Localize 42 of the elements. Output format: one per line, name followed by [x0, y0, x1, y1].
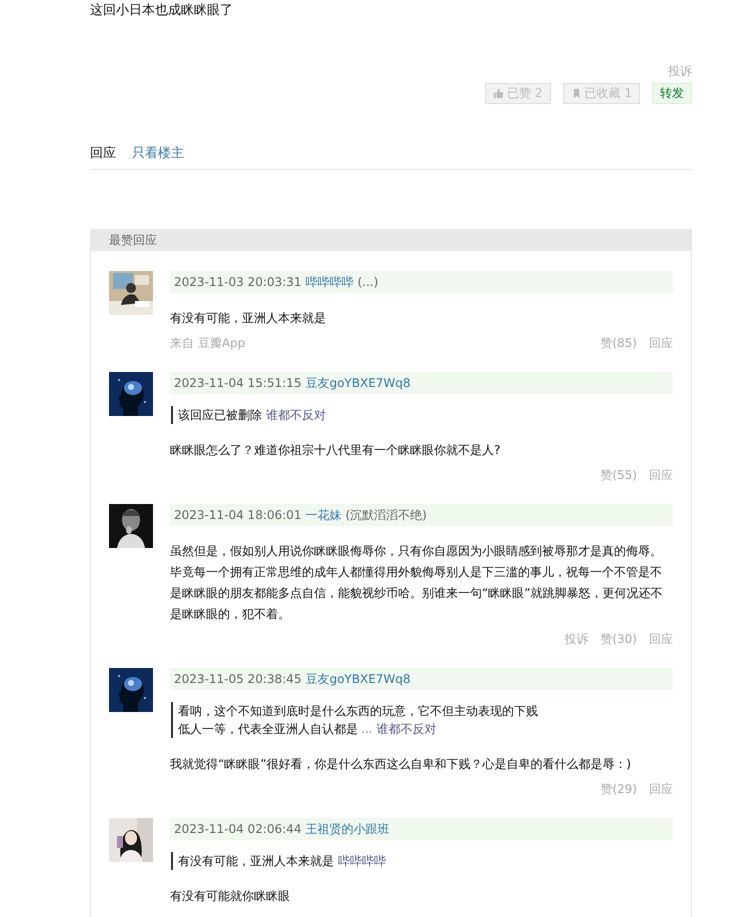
quoted-author-link[interactable]: 谁都不反对	[266, 408, 326, 422]
reply-link[interactable]: 回应	[649, 781, 673, 798]
post-text: 这回小日本也成眯眯眼了	[90, 2, 234, 20]
quoted-text: 看呐，这个不知道到底时是什么东西的玩意，它不但主动表现的下贱	[178, 704, 538, 718]
comment-text: 眯眯眼怎么了？难道你祖宗十八代里有一个眯眯眼你就不是人?	[170, 442, 502, 459]
author-link[interactable]: 豆友goYBXE7Wq8	[305, 672, 411, 686]
like-link[interactable]: 赞(55)	[600, 467, 637, 484]
comment-date: 2023-11-03 20:03:31	[174, 275, 302, 289]
author-link[interactable]: 哔哔哔哔	[305, 275, 354, 289]
comment-text: 有没有可能，亚洲人本来就是	[170, 310, 327, 327]
quoted-text: 低人一等，代表全亚洲人自认都是	[178, 722, 358, 736]
report-link[interactable]: 投诉	[564, 631, 588, 648]
quoted-text: 有没有可能，亚洲人本来就是	[178, 854, 334, 868]
author-link[interactable]: 王祖贤的小跟班	[305, 822, 390, 836]
report-link[interactable]: 投诉	[668, 63, 692, 80]
author-note: (沉默滔滔不绝)	[345, 508, 427, 522]
comment-text: 虽然但是，假如别人用说你眯眯眼侮辱你，只有你自愿因为小眼睛感到被辱那才是真的侮辱。毕竟每一个拥有正常思维的成年人都懂得用外貌侮辱别人是下三滥的事儿，祝每一个不管是不是眯眯眼的朋友都能多点自信，能貌视纱币哈。别谁来一句“眯眯眼”就跳脚暴怒，更何况还不是眯眯眼的，犯不着。	[170, 543, 664, 623]
author-note: (...)	[357, 275, 378, 289]
quoted-text: 该回应已被删除	[178, 408, 262, 422]
ellipsis: ...	[361, 722, 372, 736]
tab[interactable]: 回应	[90, 144, 116, 162]
author-link[interactable]: 豆友goYBXE7Wq8	[305, 376, 411, 390]
comment-date: 2023-11-04 15:51:15	[174, 376, 302, 390]
comment-date: 2023-11-05 20:38:45	[174, 672, 302, 686]
author-link[interactable]: 一花妹	[305, 508, 342, 522]
comment-text: 有没有可能就你眯眯眼	[170, 888, 291, 905]
quoted-author-link[interactable]: 哔哔哔哔	[338, 854, 386, 868]
section-title: 最赞回应	[91, 229, 691, 251]
comment-text: 我就觉得“眯眯眼”很好看，你是什么东西这么自卑和下贱？心是自卑的看什么都是辱：)	[170, 756, 632, 773]
like-link[interactable]: 赞(29)	[600, 781, 637, 798]
comment-date: 2023-11-04 18:06:01	[174, 508, 302, 522]
reply-link[interactable]: 回应	[649, 631, 673, 648]
tab[interactable]: 只看楼主	[132, 144, 184, 162]
reply-link[interactable]: 回应	[649, 467, 673, 484]
comment-source: 来自 豆瓣App	[170, 335, 246, 352]
like-link[interactable]: 赞(30)	[600, 631, 637, 648]
thumbs-up-icon	[493, 88, 504, 99]
like-link[interactable]: 赞(85)	[600, 335, 637, 352]
comment-date: 2023-11-04 02:06:44	[174, 822, 302, 836]
quoted-author-link[interactable]: 谁都不反对	[376, 722, 436, 736]
reply-link[interactable]: 回应	[649, 335, 673, 352]
share-button[interactable]: 转发	[652, 83, 692, 104]
